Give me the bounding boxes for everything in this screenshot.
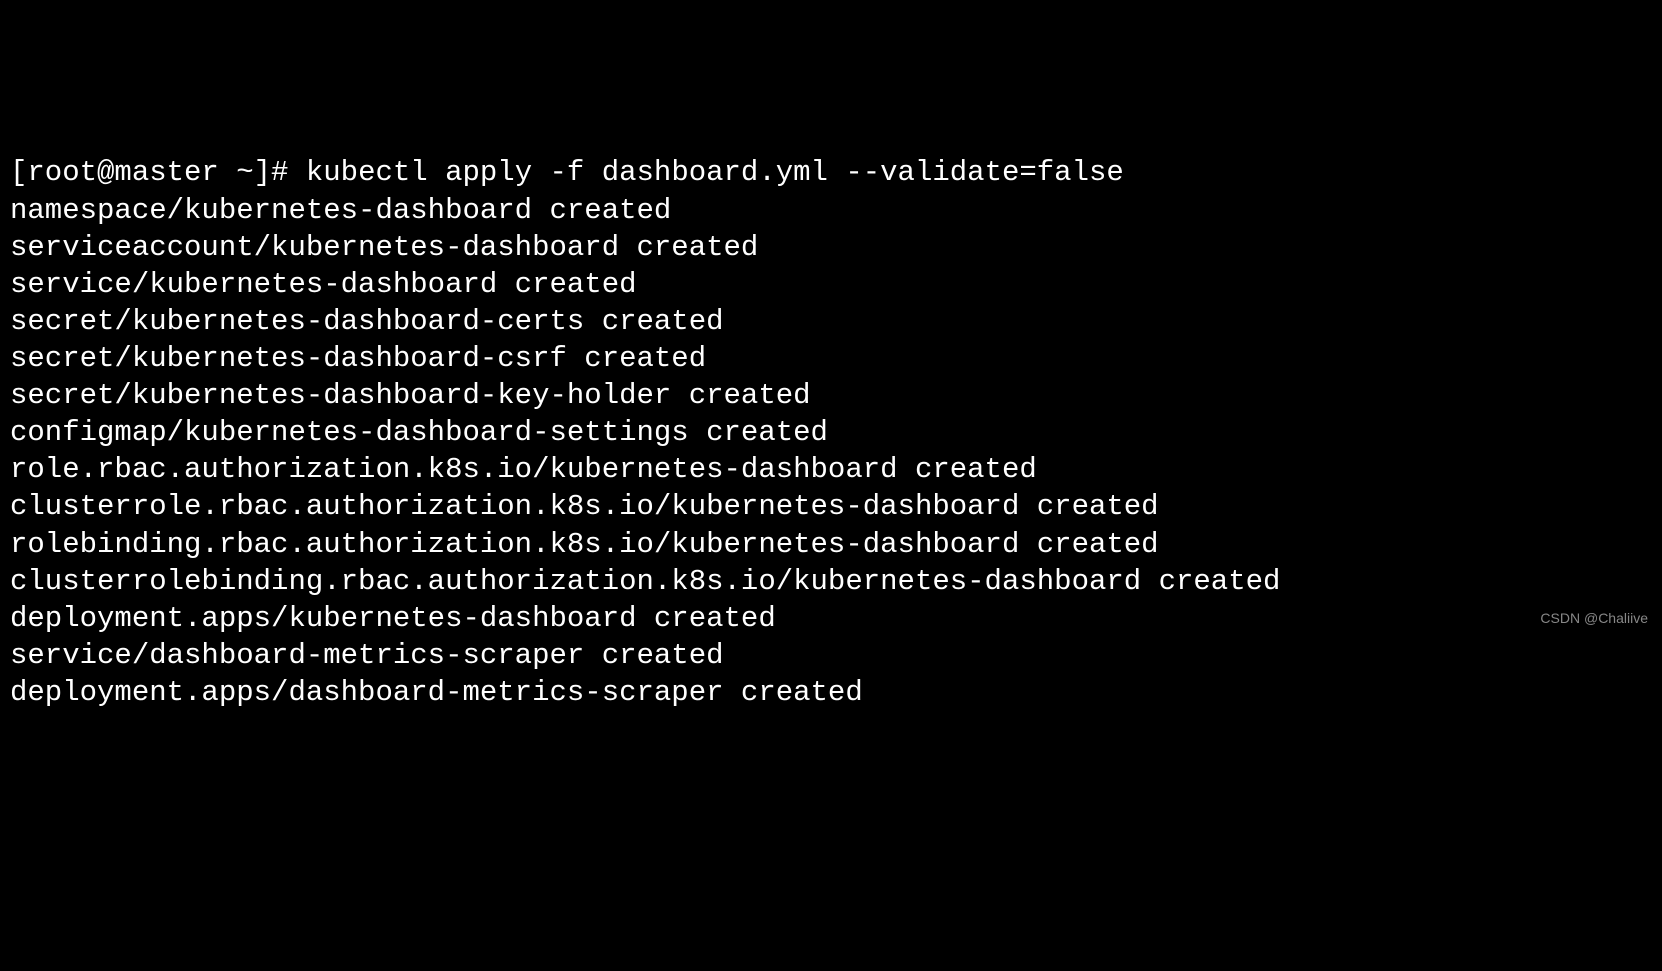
command-line: [root@master ~]# kubectl apply -f dashbo… [10,154,1652,191]
output-line: namespace/kubernetes-dashboard created [10,192,1652,229]
output-line: role.rbac.authorization.k8s.io/kubernete… [10,451,1652,488]
output-line: deployment.apps/dashboard-metrics-scrape… [10,674,1652,711]
output-line: secret/kubernetes-dashboard-certs create… [10,303,1652,340]
output-line: secret/kubernetes-dashboard-csrf created [10,340,1652,377]
shell-command: kubectl apply -f dashboard.yml --validat… [306,156,1124,189]
output-line: clusterrolebinding.rbac.authorization.k8… [10,563,1652,600]
output-line: serviceaccount/kubernetes-dashboard crea… [10,229,1652,266]
output-line: secret/kubernetes-dashboard-key-holder c… [10,377,1652,414]
terminal-output[interactable]: [root@master ~]# kubectl apply -f dashbo… [10,154,1652,711]
output-line: configmap/kubernetes-dashboard-settings … [10,414,1652,451]
output-line: service/dashboard-metrics-scraper create… [10,637,1652,674]
output-line: clusterrole.rbac.authorization.k8s.io/ku… [10,488,1652,525]
output-line: service/kubernetes-dashboard created [10,266,1652,303]
output-line: deployment.apps/kubernetes-dashboard cre… [10,600,1652,637]
shell-prompt: [root@master ~]# [10,156,306,189]
watermark-text: CSDN @Chaliive [1540,610,1648,628]
output-line: rolebinding.rbac.authorization.k8s.io/ku… [10,526,1652,563]
